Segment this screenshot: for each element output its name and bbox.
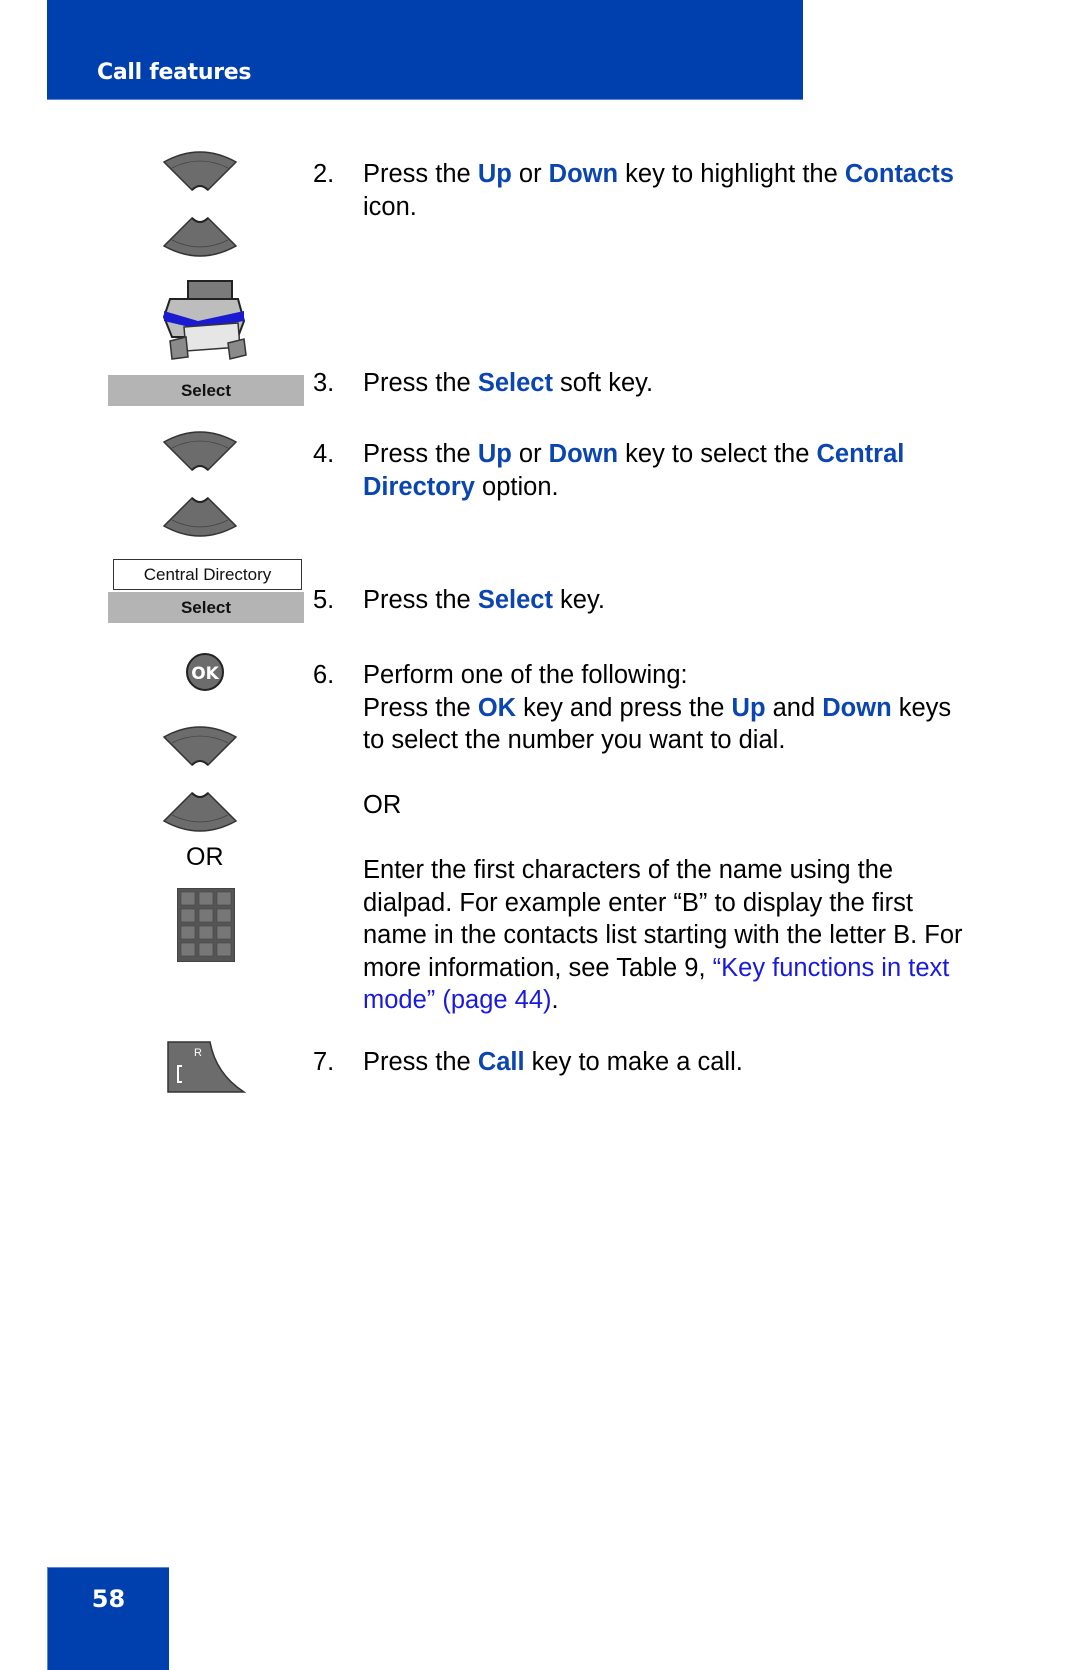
dialpad-icon <box>177 888 235 962</box>
select-softkey-icon: Select <box>108 592 304 623</box>
section-header-band: Call features <box>47 0 803 100</box>
up-navigation-key-icon <box>162 431 238 472</box>
step-3: 3. Press the Select soft key. <box>313 367 973 400</box>
contacts-icon <box>162 280 247 360</box>
call-key-icon: R <box>167 1041 246 1093</box>
step-number: 5. <box>313 586 335 614</box>
step-7: 7. Press the Call key to make a call. <box>313 1046 973 1079</box>
up-key-ref: Up <box>477 440 512 468</box>
step-5: 5. Press the Select key. <box>313 584 973 617</box>
step-text: Perform one of the following: Press the … <box>363 659 973 1017</box>
up-navigation-key-icon <box>162 726 238 767</box>
step-text: Press the Call key to make a call. <box>363 1048 743 1076</box>
up-key-ref: Up <box>477 160 512 188</box>
or-separator: OR <box>363 791 402 819</box>
select-key-ref: Select <box>477 586 553 614</box>
step-intro: Perform one of the following: <box>363 661 688 689</box>
option-a: Press the OK key and press the Up and Do… <box>363 693 952 755</box>
step-number: 2. <box>313 160 335 188</box>
ok-key-ref: OK <box>477 693 517 722</box>
select-softkey-icon: Select <box>108 375 304 406</box>
option-b: Enter the first characters of the name u… <box>363 856 963 1014</box>
step-2: 2. Press the Up or Down key to highlight… <box>313 158 973 223</box>
down-key-ref: Down <box>548 160 619 188</box>
step-text: Press the Up or Down key to select the C… <box>363 440 905 501</box>
step-text: Press the Select key. <box>363 586 605 614</box>
step-number: 6. <box>313 661 335 689</box>
up-key-ref: Up <box>731 693 766 722</box>
step-number: 4. <box>313 440 335 468</box>
down-navigation-key-icon <box>162 216 238 257</box>
contacts-ref: Contacts <box>844 160 954 188</box>
step-text: Press the Up or Down key to highlight th… <box>363 160 954 221</box>
page-number: 58 <box>91 1585 126 1613</box>
step-6: 6. Perform one of the following: Press t… <box>313 659 973 1017</box>
section-title: Call features <box>97 60 252 85</box>
up-navigation-key-icon <box>162 151 238 192</box>
or-label: OR <box>186 843 224 871</box>
select-key-ref: Select <box>477 369 553 397</box>
down-key-ref: Down <box>822 693 892 722</box>
step-number: 3. <box>313 369 335 397</box>
down-key-ref: Down <box>548 440 619 468</box>
down-navigation-key-icon <box>162 791 238 832</box>
svg-text:OK: OK <box>191 664 219 684</box>
step-text: Press the Select soft key. <box>363 369 654 397</box>
down-navigation-key-icon <box>162 496 238 537</box>
call-key-ref: Call <box>477 1048 525 1076</box>
step-4: 4. Press the Up or Down key to select th… <box>313 438 973 503</box>
step-number: 7. <box>313 1048 335 1076</box>
central-directory-display: Central Directory <box>113 559 302 590</box>
ok-key-icon: OK <box>186 653 224 691</box>
svg-text:R: R <box>194 1047 202 1059</box>
page-number-box: 58 <box>47 1567 169 1670</box>
